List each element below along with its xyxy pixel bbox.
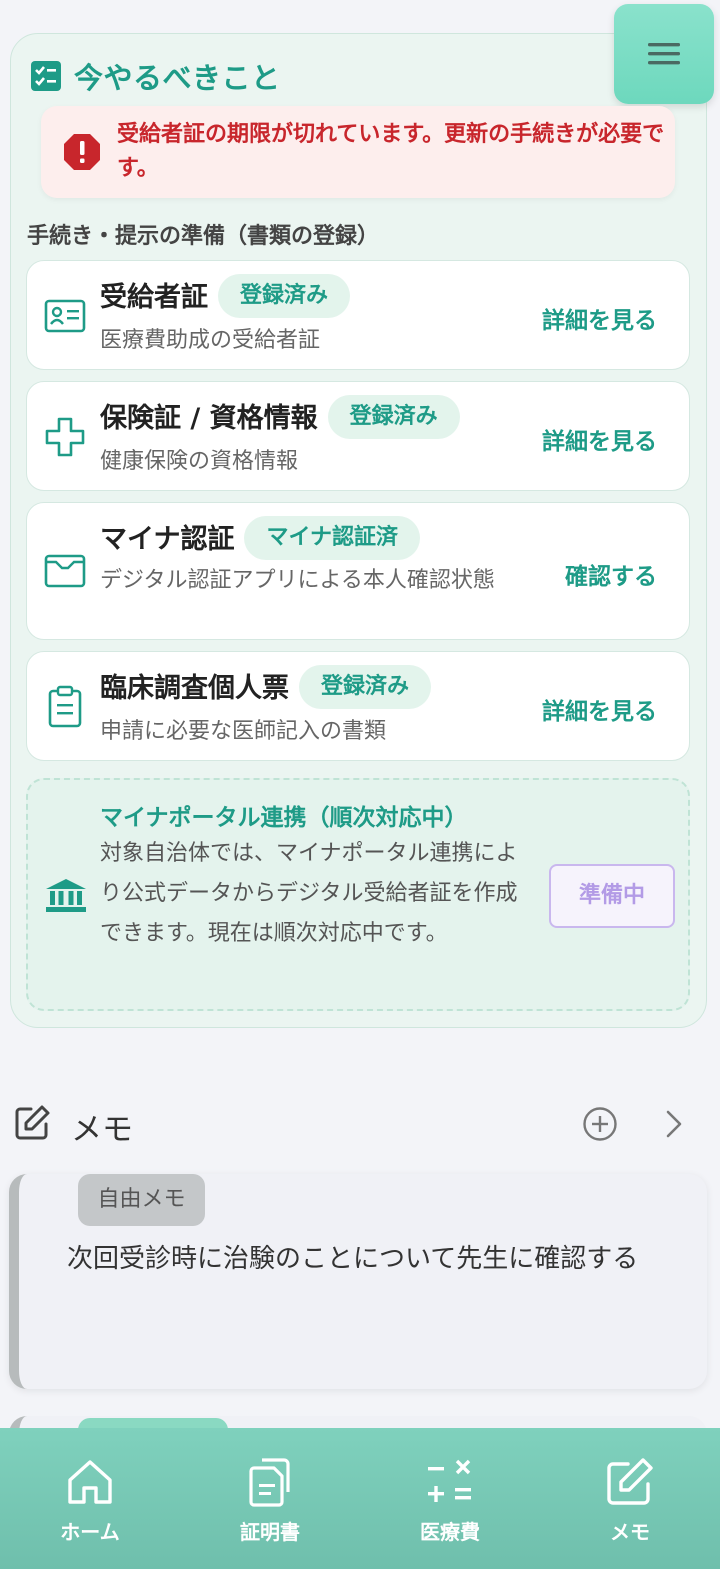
status-badge: 登録済み — [327, 394, 460, 439]
hamburger-icon — [648, 43, 680, 65]
status-badge: マイナ認証済 — [244, 515, 421, 560]
calculator-icon — [428, 1459, 471, 1502]
view-details-link[interactable]: 詳細を見る — [542, 422, 657, 456]
mynaportal-card: マイナポータル連携（順次対応中） 対象自治体では、マイナポータル連携により公式デ… — [26, 778, 690, 1011]
nav-home[interactable]: ホーム — [0, 1428, 180, 1569]
app-screen: 今やるべきこと 受給者証の期限が切れています。更新の手続きが必要です。 手続き・… — [0, 0, 720, 1569]
memo-text: 次回受診時に治験のことについて先生に確認する — [67, 1244, 639, 1274]
nav-label: メモ — [610, 1520, 650, 1544]
bank-icon — [46, 879, 86, 912]
todo-title: 今やるべきこと — [74, 61, 281, 95]
mynaportal-body: 対象自治体では、マイナポータル連携により公式データからデジタル受給者証を作成でき… — [100, 841, 518, 946]
expiry-alert: 受給者証の期限が切れています。更新の手続きが必要です。 — [41, 106, 675, 198]
view-details-link[interactable]: 詳細を見る — [542, 692, 657, 726]
edit-icon — [607, 1458, 653, 1505]
chevron-right-icon[interactable] — [659, 1108, 689, 1140]
card-subtitle: 申請に必要な医師記入の書類 — [100, 719, 387, 744]
card-hokensho[interactable]: 保険証 / 資格情報 登録済み 健康保険の資格情報 詳細を見る — [26, 381, 690, 491]
mynaportal-title: マイナポータル連携（順次対応中） — [100, 805, 468, 831]
memo-header: メモ — [13, 1104, 703, 1148]
section-label: 手続き・提示の準備（書類の登録） — [27, 224, 380, 249]
id-card-icon — [44, 299, 86, 333]
card-title: 保険証 / 資格情報 登録済み — [100, 394, 460, 442]
card-title: 受給者証 登録済み — [100, 273, 351, 321]
nav-label: ホーム — [60, 1520, 120, 1544]
todo-header: 今やるべきこと — [30, 55, 281, 97]
nav-medical-expenses[interactable]: 医療費 — [360, 1428, 540, 1569]
nav-label: 証明書 — [240, 1520, 300, 1544]
nav-label: 医療費 — [420, 1520, 480, 1544]
edit-icon — [15, 1105, 50, 1140]
home-icon — [68, 1460, 112, 1504]
card-jukyushasho[interactable]: 受給者証 登録済み 医療費助成の受給者証 詳細を見る — [26, 260, 690, 370]
card-subtitle: 健康保険の資格情報 — [100, 449, 299, 474]
bottom-nav: ホーム 証明書 医療費 メモ — [0, 1428, 720, 1569]
memo-title: メモ — [71, 1112, 133, 1148]
card-title: マイナ認証 マイナ認証済 — [100, 515, 421, 563]
card-icon — [44, 554, 86, 588]
documents-icon — [249, 1458, 290, 1507]
checklist-icon — [31, 61, 61, 91]
medical-cross-icon — [45, 417, 85, 457]
confirm-link[interactable]: 確認する — [565, 557, 657, 591]
card-subtitle: 医療費助成の受給者証 — [100, 328, 321, 353]
clipboard-icon — [48, 685, 82, 728]
card-clinical-survey[interactable]: 臨床調査個人票 登録済み 申請に必要な医師記入の書類 詳細を見る — [26, 651, 690, 761]
memo-card[interactable]: 自由メモ 次回受診時に治験のことについて先生に確認する — [9, 1174, 707, 1389]
alert-octagon-icon — [64, 134, 100, 170]
memo-tag: 自由メモ — [78, 1174, 205, 1226]
preparing-button[interactable]: 準備中 — [549, 864, 675, 928]
nav-certificates[interactable]: 証明書 — [180, 1428, 360, 1569]
card-myna-auth[interactable]: マイナ認証 マイナ認証済 デジタル認証アプリによる本人確認状態 確認する — [26, 502, 690, 640]
status-badge: 登録済み — [299, 664, 432, 709]
menu-button[interactable] — [614, 4, 714, 104]
add-memo-icon[interactable] — [582, 1106, 618, 1142]
card-title: 臨床調査個人票 登録済み — [100, 664, 432, 712]
card-subtitle: デジタル認証アプリによる本人確認状態 — [100, 568, 495, 593]
view-details-link[interactable]: 詳細を見る — [542, 301, 657, 335]
nav-memo[interactable]: メモ — [540, 1428, 720, 1569]
status-badge: 登録済み — [218, 273, 351, 318]
alert-text: 受給者証の期限が切れています。更新の手続きが必要です。 — [117, 122, 665, 181]
